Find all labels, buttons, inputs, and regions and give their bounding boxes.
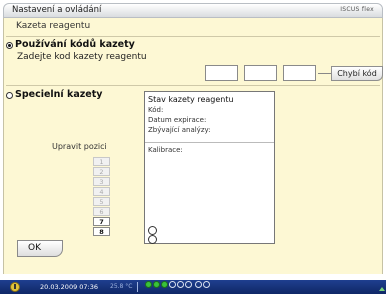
position-button-7[interactable]: 7 [93,217,110,226]
status-indicator-icon [161,281,168,288]
ok-button[interactable]: OK [17,240,63,257]
code-field-2[interactable] [244,65,277,81]
use-codes-radio[interactable] [6,42,13,49]
window-title: Nastavení a ovládání [12,5,102,15]
status-indicator-icon [153,281,160,288]
date-time: 20.03.2009 07:36 [40,283,99,291]
cartridge-status-box: Stav kazety reagentu Kód: Datum expirace… [144,91,275,244]
status-indicator-icon [185,281,192,288]
remaining-analyses-label: Zbývající analýzy: [148,126,211,134]
status-indicator-icon [195,281,202,288]
use-codes-label: Používání kódů kazety [15,39,135,50]
position-button-5[interactable]: 5 [93,197,110,206]
status-title: Stav kazety reagentu [148,95,234,104]
circle-icon [148,226,157,235]
missing-code-button[interactable]: Chybí kód [331,66,383,81]
status-indicator-icon [169,281,176,288]
calibration-label: Kalibrace: [148,146,183,154]
title-bar: Nastavení a ovládání ISCUS flex [3,3,383,18]
code-label: Kód: [148,106,164,114]
status-indicator-icon [177,281,184,288]
position-button-3[interactable]: 3 [93,177,110,186]
special-cartridges-label: Specielní kazety [15,89,103,100]
divider [6,85,380,86]
special-cartridges-radio[interactable] [6,92,13,99]
code-field-3[interactable] [283,65,316,81]
page-title: Kazeta reagentu [16,21,91,31]
position-button-6[interactable]: 6 [93,207,110,216]
connector-line [318,73,332,74]
power-icon[interactable] [10,282,20,292]
divider [137,282,138,292]
circle-icon [148,235,157,244]
position-button-4[interactable]: 4 [93,187,110,196]
position-button-2[interactable]: 2 [93,167,110,176]
position-button-1[interactable]: 1 [93,157,110,166]
brand-logo: ISCUS flex [340,6,374,13]
adjust-position-label: Upravit pozici [52,142,107,151]
arrow-up-icon [379,287,385,291]
position-button-8[interactable]: 8 [93,227,110,236]
divider [6,36,380,37]
expiry-label: Datum expirace: [148,116,207,124]
code-instruction: Zadejte kod kazety reagentu [17,52,147,62]
status-indicator-icon [145,281,152,288]
divider [145,142,274,143]
temperature: 25.8 °C [110,283,133,290]
status-indicator-icon [203,281,210,288]
code-field-1[interactable] [205,65,238,81]
